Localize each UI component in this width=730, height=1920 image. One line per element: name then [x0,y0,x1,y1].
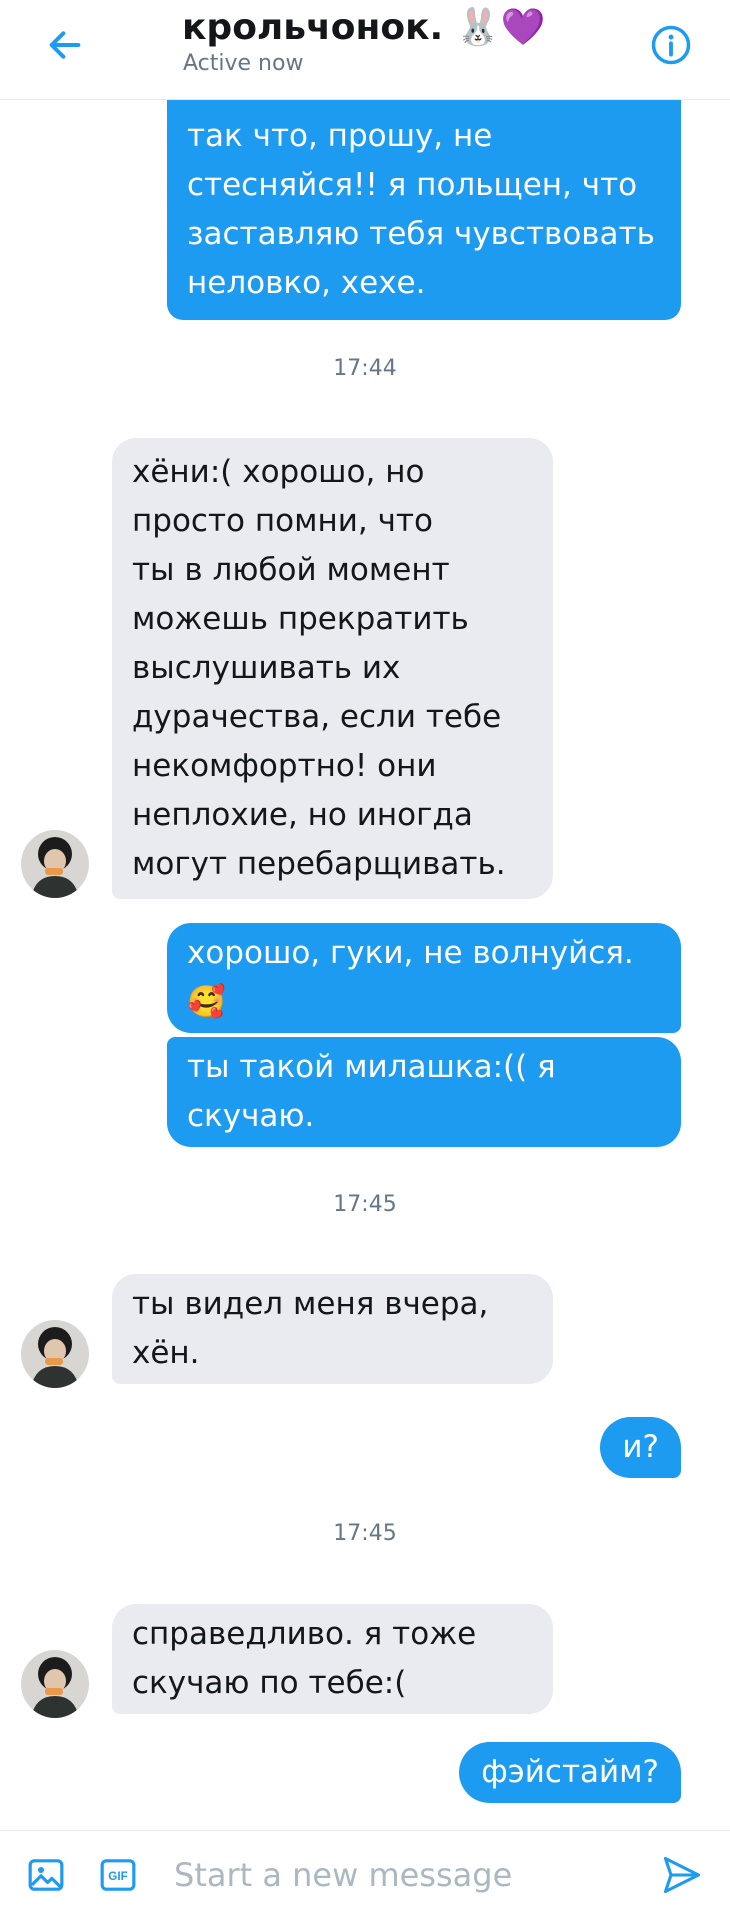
message-bubble-incoming[interactable]: справедливо. я тоже скучаю по тебе:( [112,1604,553,1714]
message-bubble-incoming[interactable]: ты видел меня вчера, хён. [112,1274,553,1384]
back-arrow-icon [49,31,81,59]
message-bubble-outgoing[interactable]: так что, прошу, не стесняйся!! я польщен… [167,100,681,320]
contact-avatar[interactable] [21,1320,89,1388]
image-button[interactable] [24,1853,68,1897]
message-bubble-outgoing[interactable]: фэйстайм? [459,1742,681,1803]
send-icon [663,1856,701,1894]
gif-button[interactable]: GIF [96,1853,140,1897]
contact-avatar[interactable] [21,1650,89,1718]
message-bubble-outgoing[interactable]: и? [600,1417,681,1478]
back-button[interactable] [40,20,90,70]
message-timestamp: 17:44 [333,356,397,381]
message-timestamp: 17:45 [333,1192,397,1217]
info-icon [651,25,691,65]
contact-avatar[interactable] [21,830,89,898]
message-timestamp: 17:45 [333,1521,397,1546]
message-composer: GIF [0,1830,730,1920]
message-bubble-outgoing[interactable]: ты такой милашка:(( я скучаю. [167,1037,681,1147]
presence-status: Active now [183,51,304,76]
image-icon [28,1859,64,1891]
gif-icon: GIF [100,1859,136,1891]
message-bubble-outgoing[interactable]: хорошо, гуки, не волнуйся. 🥰 [167,923,681,1033]
conversation-title[interactable]: крольчонок. 🐰💜 [182,4,545,52]
info-button[interactable] [646,20,696,70]
svg-text:GIF: GIF [108,1870,127,1883]
conversation-header: крольчонок. 🐰💜 Active now [0,0,730,100]
message-input[interactable] [174,1847,634,1903]
message-bubble-incoming[interactable]: хёни:( хорошо, но просто помни, что ты в… [112,438,553,899]
send-button[interactable] [658,1851,706,1899]
